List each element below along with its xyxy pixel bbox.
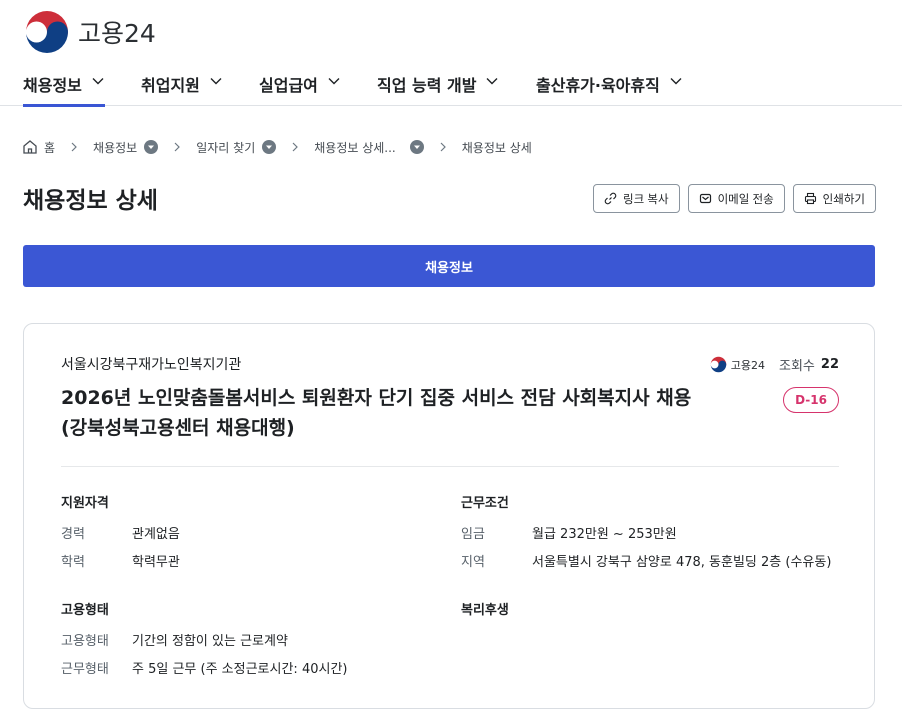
job-meta: 고용24 조회수 22	[710, 355, 839, 374]
breadcrumb-label: 채용정보	[93, 140, 138, 155]
section-title: 복리후생	[461, 603, 509, 618]
chevron-down-icon	[92, 78, 104, 85]
taegeuk-logo-icon	[26, 11, 68, 53]
info-key: 경력	[61, 527, 85, 542]
info-row: 경력 관계없음	[61, 527, 461, 543]
info-value: 주 5일 근무 (주 소정근로시간: 40시간)	[132, 662, 348, 677]
copy-link-button[interactable]: 링크 복사	[593, 184, 680, 213]
nav-item-recruitment[interactable]: 채용정보	[23, 64, 105, 107]
caret-down-icon	[413, 145, 420, 149]
nav-item-label: 취업지원	[141, 76, 200, 95]
copy-link-label: 링크 복사	[623, 193, 669, 206]
chevron-right-icon	[71, 142, 77, 152]
home-icon	[23, 140, 37, 154]
chevron-right-icon	[174, 142, 181, 152]
mail-icon	[699, 193, 711, 204]
welfare-section: 복리후생	[461, 599, 861, 634]
email-send-label: 이메일 전송	[717, 193, 774, 206]
link-icon	[604, 192, 617, 205]
printer-icon	[804, 192, 816, 205]
chevron-down-icon	[328, 78, 340, 85]
info-row: 임금 월급 232만원 ~ 253만원	[461, 527, 861, 543]
info-key: 고용형태	[61, 634, 109, 649]
logo-text: 고용24	[78, 19, 156, 48]
email-send-button[interactable]: 이메일 전송	[687, 184, 785, 213]
breadcrumb-dropdown-button[interactable]	[409, 140, 424, 154]
breadcrumb-home-label: 홈	[44, 140, 56, 155]
views-count: 22	[820, 357, 839, 372]
section-title: 근무조건	[461, 496, 509, 511]
taegeuk-logo-icon	[710, 356, 727, 373]
views-label: 조회수	[779, 359, 815, 374]
job-detail-card: 서울시강북구재가노인복지기관 고용24 조회수 22 2026년 노인맞춤돌봄서…	[23, 323, 875, 709]
print-label: 인쇄하기	[822, 193, 865, 206]
chevron-down-icon	[670, 78, 682, 85]
tab-recruitment-info[interactable]: 채용정보	[23, 245, 875, 287]
caret-down-icon	[148, 145, 155, 149]
info-value: 기간의 정함이 있는 근로계약	[132, 634, 288, 649]
job-title: 2026년 노인맞춤돌봄서비스 퇴원환자 단기 집중 서비스 전담 사회복지사 …	[61, 387, 692, 439]
caret-down-icon	[266, 145, 273, 149]
section-title: 고용형태	[61, 603, 109, 618]
info-key: 지역	[461, 555, 485, 570]
section-title: 지원자격	[61, 496, 109, 511]
tab-label: 채용정보	[425, 260, 473, 276]
source-logo: 고용24	[710, 356, 765, 373]
site-logo[interactable]: 고용24	[24, 10, 156, 54]
company-name: 서울시강북구재가노인복지기관	[61, 357, 242, 373]
nav-item-label: 채용정보	[23, 76, 82, 95]
nav-item-label: 직업 능력 개발	[377, 76, 477, 95]
breadcrumb-home[interactable]: 홈	[22, 139, 55, 156]
info-value: 관계없음	[132, 527, 180, 542]
info-value: 학력무관	[132, 555, 180, 570]
breadcrumb-label: 채용정보 상세...	[314, 140, 396, 155]
employment-section: 고용형태 고용형태 기간의 정함이 있는 근로계약 근무형태 주 5일 근무 (…	[61, 599, 461, 690]
main-navigation: 채용정보 취업지원 실업급여 직업 능력 개발 출산휴가·육아휴직	[0, 64, 902, 107]
chevron-down-icon	[486, 78, 498, 85]
breadcrumb-item-current: 채용정보 상세	[462, 139, 532, 156]
info-row: 학력 학력무관	[61, 555, 461, 571]
page-actions: 링크 복사 이메일 전송 인쇄하기	[593, 184, 876, 213]
breadcrumb-item-job-search[interactable]: 일자리 찾기	[196, 139, 277, 156]
nav-item-label: 출산휴가·육아휴직	[536, 76, 660, 95]
nav-item-vocational-training[interactable]: 직업 능력 개발	[377, 64, 499, 106]
breadcrumb-dropdown-button[interactable]	[262, 140, 277, 154]
breadcrumb-label: 일자리 찾기	[196, 140, 256, 155]
breadcrumb-label: 채용정보 상세	[461, 140, 532, 155]
qualification-section: 지원자격 경력 관계없음 학력 학력무관	[61, 492, 461, 583]
print-button[interactable]: 인쇄하기	[792, 184, 876, 213]
chevron-right-icon	[440, 142, 446, 152]
info-key: 근무형태	[61, 662, 109, 677]
info-key: 임금	[461, 527, 485, 542]
dday-badge: D-16	[783, 387, 839, 413]
source-logo-text: 고용24	[730, 358, 766, 372]
breadcrumb-item-detail-search[interactable]: 채용정보 상세...	[314, 139, 424, 156]
info-value: 서울특별시 강북구 삼양로 478, 동훈빌딩 2층 (수유동)	[532, 555, 832, 570]
info-row: 고용형태 기간의 정함이 있는 근로계약	[61, 634, 461, 650]
chevron-down-icon	[210, 78, 222, 85]
breadcrumb: 홈 채용정보 일자리 찾기 채용정보 상세... 채용정보 상세	[22, 137, 532, 157]
breadcrumb-dropdown-button[interactable]	[144, 140, 159, 154]
page-title: 채용정보 상세	[23, 188, 158, 214]
nav-item-label: 실업급여	[259, 76, 318, 95]
info-row: 근무형태 주 5일 근무 (주 소정근로시간: 40시간)	[61, 662, 461, 678]
conditions-section: 근무조건 임금 월급 232만원 ~ 253만원 지역 서울특별시 강북구 삼양…	[461, 492, 861, 583]
breadcrumb-item-recruitment[interactable]: 채용정보	[93, 139, 159, 156]
info-key: 학력	[61, 555, 85, 570]
nav-item-employment-support[interactable]: 취업지원	[141, 64, 223, 106]
divider	[61, 466, 839, 467]
info-row: 지역 서울특별시 강북구 삼양로 478, 동훈빌딩 2층 (수유동)	[461, 555, 861, 571]
info-value: 월급 232만원 ~ 253만원	[532, 527, 677, 542]
chevron-right-icon	[292, 142, 299, 152]
nav-item-unemployment-benefit[interactable]: 실업급여	[259, 64, 341, 106]
nav-item-parental-leave[interactable]: 출산휴가·육아휴직	[536, 64, 683, 106]
